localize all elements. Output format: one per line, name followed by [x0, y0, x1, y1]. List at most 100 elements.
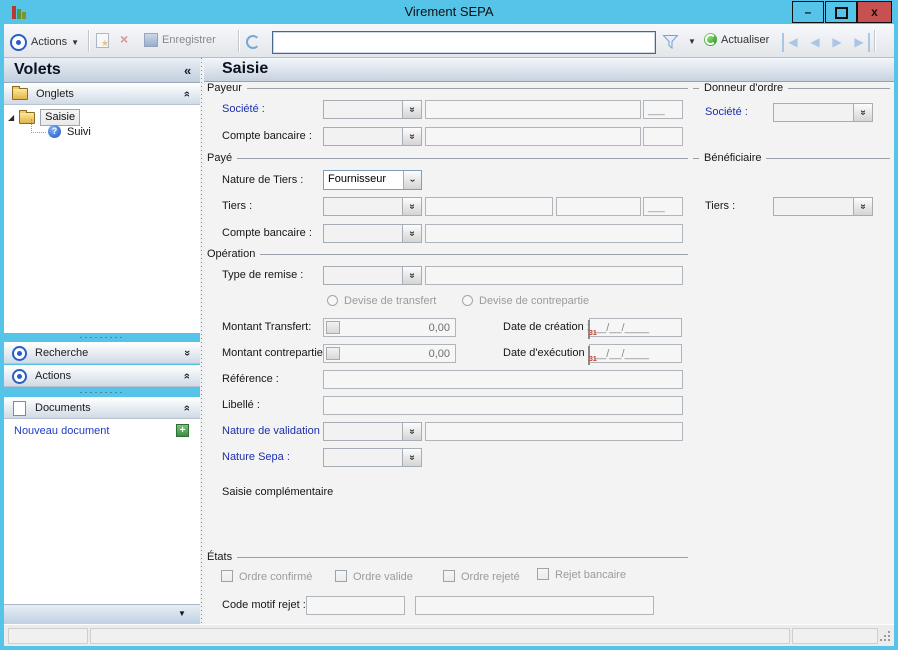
- status-cell-middle: [90, 628, 790, 644]
- paye-tiers-code-field[interactable]: ___: [643, 197, 683, 216]
- filter-dropdown-button[interactable]: ▼: [688, 37, 696, 46]
- maximize-button[interactable]: [825, 1, 857, 23]
- payeur-compte-name-field[interactable]: [425, 127, 641, 146]
- splitter-dotted-line: [201, 58, 202, 624]
- filter-button[interactable]: [662, 33, 679, 55]
- collapse-section-icon: »: [180, 372, 193, 380]
- rejet-bancaire-checkbox[interactable]: [537, 568, 549, 580]
- documents-label: Documents: [35, 402, 91, 414]
- payeur-societe-combo[interactable]: »: [323, 100, 422, 119]
- minimize-button[interactable]: –: [792, 1, 824, 23]
- paye-tiers-combo[interactable]: »: [323, 197, 422, 216]
- documents-panel: Nouveau document +: [4, 419, 200, 604]
- nouveau-document-link[interactable]: Nouveau document: [14, 425, 109, 437]
- montant-transfert-button[interactable]: [326, 321, 340, 334]
- rejet-bancaire-label: Rejet bancaire: [555, 569, 626, 581]
- nav-last-button[interactable]: ▶: [850, 33, 870, 52]
- sidebar-section-documents[interactable]: Documents »: [4, 397, 200, 419]
- payeur-compte-code-field[interactable]: [643, 127, 683, 146]
- nature-sepa-label: Nature Sepa :: [222, 451, 290, 463]
- collapse-panel-icon[interactable]: «: [184, 63, 191, 78]
- ordre-valide-checkbox[interactable]: [335, 570, 347, 582]
- close-button[interactable]: x: [857, 1, 892, 23]
- nature-tiers-select[interactable]: Fournisseur ›: [323, 170, 422, 190]
- paye-tiers-extra-field[interactable]: [556, 197, 641, 216]
- sidebar-section-recherche[interactable]: Recherche »: [4, 342, 200, 364]
- tree-connector: [31, 119, 46, 133]
- lookup-chevron-icon: »: [406, 230, 418, 237]
- payeur-societe-name-field[interactable]: [425, 100, 641, 119]
- ordre-valide-label: Ordre valide: [353, 571, 413, 583]
- montant-contrepartie-button[interactable]: [326, 347, 340, 360]
- actions-target-icon: [10, 34, 27, 51]
- lookup-chevron-icon: »: [406, 106, 418, 113]
- group-payeur-title: Payeur: [207, 82, 242, 94]
- sidebar-section-actions[interactable]: Actions »: [4, 365, 200, 387]
- new-document-button[interactable]: ★: [96, 33, 109, 48]
- add-document-button[interactable]: +: [176, 424, 189, 437]
- lookup-chevron-icon: »: [406, 454, 418, 461]
- donneur-societe-combo[interactable]: »: [773, 103, 873, 122]
- actualiser-icon: [704, 33, 717, 46]
- page-title: Saisie: [222, 60, 269, 77]
- type-remise-name-field[interactable]: [425, 266, 683, 285]
- devise-transfert-radio[interactable]: [327, 295, 338, 306]
- filter-funnel-icon: [662, 35, 679, 50]
- paye-compte-name-field[interactable]: [425, 224, 683, 243]
- sidebar-splitter-handle[interactable]: ·········: [4, 333, 200, 342]
- group-operation-title: Opération: [207, 248, 256, 260]
- group-payeur: Payeur: [207, 82, 688, 94]
- sidebar-splitter-handle[interactable]: ·········: [4, 388, 200, 397]
- nature-sepa-combo[interactable]: »: [323, 448, 422, 467]
- montant-contrepartie-field[interactable]: 0,00: [323, 344, 456, 363]
- save-button[interactable]: Enregistrer: [144, 33, 216, 47]
- group-donneur-title: Donneur d'ordre: [704, 82, 784, 94]
- ordre-confirme-checkbox[interactable]: [221, 570, 233, 582]
- calendar-icon[interactable]: 31: [588, 320, 597, 339]
- type-remise-combo[interactable]: »: [323, 266, 422, 285]
- paye-tiers-name-field[interactable]: [425, 197, 553, 216]
- nav-previous-button[interactable]: ◀: [806, 33, 824, 52]
- nav-next-button[interactable]: ▶: [828, 33, 846, 52]
- motif-rejet-libelle-field[interactable]: [415, 596, 654, 615]
- beneficiaire-tiers-combo[interactable]: »: [773, 197, 873, 216]
- recherche-label: Recherche: [35, 347, 89, 359]
- payeur-compte-combo[interactable]: »: [323, 127, 422, 146]
- actions-menu-button[interactable]: Actions ▼: [31, 33, 79, 51]
- ordre-rejete-checkbox[interactable]: [443, 570, 455, 582]
- tree-expanded-icon[interactable]: ◢: [8, 113, 14, 122]
- nav-first-button[interactable]: ◀: [782, 33, 802, 52]
- libelle-field[interactable]: [323, 396, 683, 415]
- paye-compte-combo[interactable]: »: [323, 224, 422, 243]
- payeur-societe-code-field[interactable]: ___: [643, 100, 683, 119]
- nature-validation-name-field[interactable]: [425, 422, 683, 441]
- code-motif-rejet-field[interactable]: [306, 596, 405, 615]
- reference-field[interactable]: [323, 370, 683, 389]
- nature-validation-combo[interactable]: »: [323, 422, 422, 441]
- calendar-icon[interactable]: 31: [588, 346, 597, 365]
- onglets-label: Onglets: [36, 88, 74, 100]
- lookup-chevron-icon: »: [406, 272, 418, 279]
- date-creation-field[interactable]: __/__/____ 31: [588, 318, 682, 339]
- sidebar-more-arrow-icon[interactable]: ▼: [178, 609, 186, 618]
- status-bar: [4, 624, 894, 646]
- nav-previous-icon: ◀: [810, 35, 820, 49]
- collapse-section-icon: »: [180, 90, 193, 98]
- libelle-label: Libellé :: [222, 399, 260, 411]
- date-execution-field[interactable]: __/__/____ 31: [588, 344, 682, 365]
- document-icon: [13, 400, 26, 416]
- expand-section-icon: »: [180, 349, 193, 357]
- resize-grip[interactable]: [880, 631, 892, 643]
- refresh-button[interactable]: [246, 35, 260, 49]
- delete-button[interactable]: ×: [120, 31, 128, 47]
- search-input[interactable]: [272, 31, 656, 54]
- actions-section-icon: [12, 368, 27, 384]
- nature-validation-label: Nature de validation :: [222, 425, 326, 437]
- sidebar-section-onglets[interactable]: Onglets »: [4, 83, 200, 105]
- actualiser-button[interactable]: Actualiser: [704, 33, 769, 46]
- tree-node-suivi[interactable]: ? Suivi: [48, 125, 91, 138]
- montant-transfert-field[interactable]: 0,00: [323, 318, 456, 337]
- devise-contrepartie-radio[interactable]: [462, 295, 473, 306]
- date-mask: __/__/____: [594, 348, 650, 360]
- status-cell-right: [792, 628, 878, 644]
